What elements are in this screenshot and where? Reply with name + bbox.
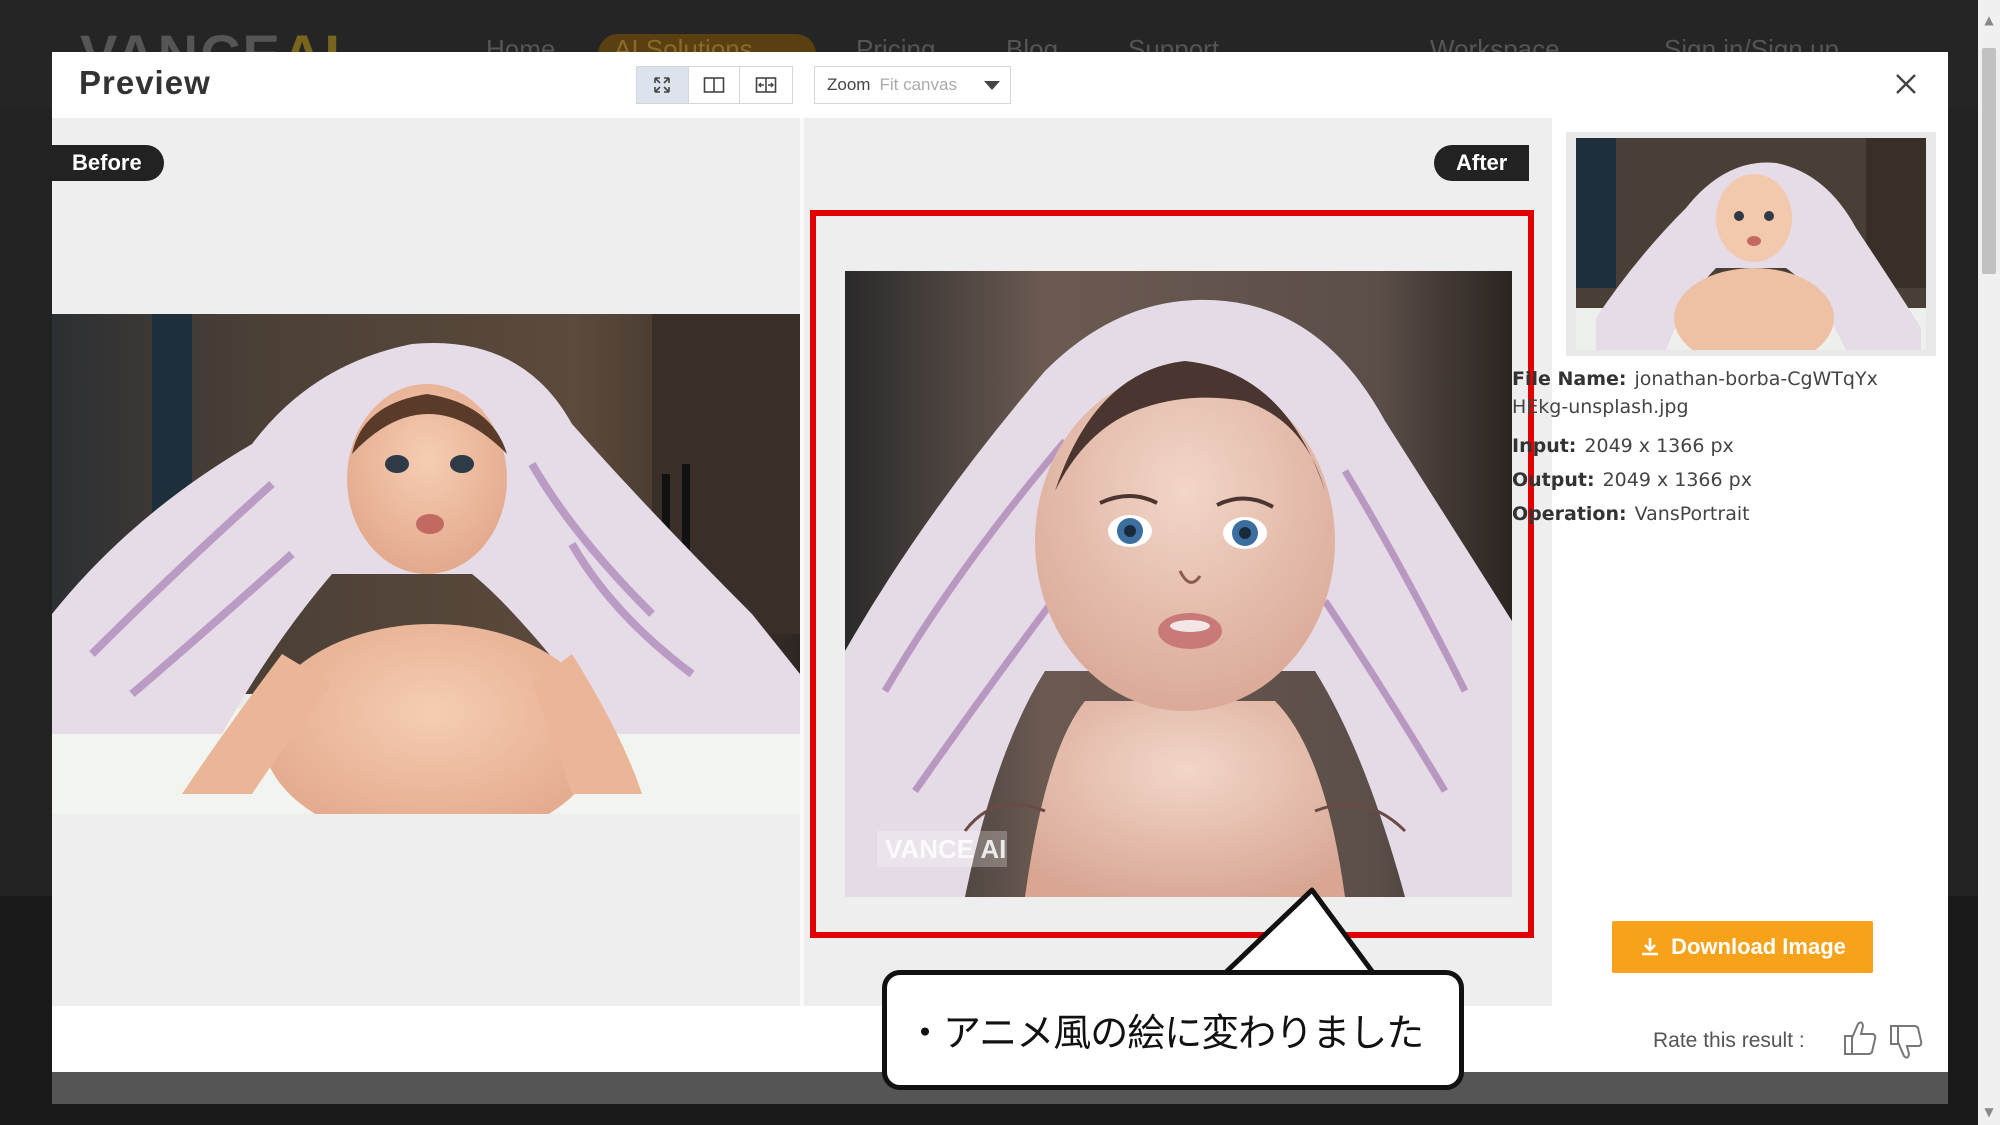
after-image: VANCE AI: [845, 271, 1512, 897]
after-photo-illustration: VANCE AI: [845, 271, 1512, 897]
operation-label: Operation:: [1512, 503, 1627, 525]
output-info: Output: 2049 x 1366 px: [1512, 466, 1752, 494]
view-fit-button[interactable]: [637, 67, 689, 103]
view-split-button[interactable]: [689, 67, 741, 103]
chevron-down-icon: [984, 81, 1000, 90]
zoom-value: Fit canvas: [879, 75, 957, 94]
zoom-label: Zoom: [827, 75, 871, 94]
fit-icon: [654, 77, 671, 93]
scroll-up-arrow-icon[interactable]: ▲: [1983, 14, 1995, 26]
view-mode-group: [636, 66, 793, 104]
callout-tail: [1222, 887, 1377, 978]
output-label: Output:: [1512, 469, 1595, 491]
input-label: Input:: [1512, 435, 1577, 457]
input-info: Input: 2049 x 1366 px: [1512, 432, 1734, 460]
before-photo-illustration: [52, 314, 800, 814]
operation-value: VansPortrait: [1634, 503, 1750, 525]
zoom-select[interactable]: Zoom Fit canvas: [814, 66, 1011, 104]
scroll-down-arrow-icon[interactable]: ▼: [1983, 1106, 1995, 1118]
compare-divider[interactable]: [800, 118, 804, 1006]
input-value: 2049 x 1366 px: [1584, 435, 1734, 457]
split-icon: [703, 77, 725, 93]
rate-label: Rate this result :: [1653, 1029, 1805, 1052]
file-name-info: File Name: jonathan-borba-CgWTqYx HEkg-un…: [1512, 365, 1892, 421]
file-name-line1: jonathan-borba-CgWTqYx: [1634, 368, 1878, 390]
file-name-label: File Name:: [1512, 368, 1627, 390]
download-icon: [1642, 938, 1659, 956]
watermark-text: VANCE AI: [885, 834, 1006, 864]
after-label: After: [1434, 145, 1530, 181]
view-compare-button[interactable]: [740, 67, 792, 103]
scrollbar-thumb[interactable]: [1982, 48, 1996, 274]
thumbs-up-button[interactable]: [1842, 1018, 1878, 1058]
close-button[interactable]: [1888, 66, 1924, 102]
operation-info: Operation: VansPortrait: [1512, 500, 1750, 528]
callout-text: ・アニメ風の絵に変わりました: [906, 1011, 1424, 1055]
download-image-button[interactable]: Download Image: [1612, 921, 1873, 973]
compare-icon: [755, 77, 777, 93]
thumbnail-illustration: [1576, 138, 1926, 350]
modal-header: Preview Zoom Fit canvas: [52, 52, 1948, 118]
output-value: 2049 x 1366 px: [1602, 469, 1752, 491]
modal-title: Preview: [79, 64, 211, 101]
thumbs-down-icon: [1890, 1025, 1923, 1059]
close-icon: [1896, 74, 1916, 94]
result-thumbnail: [1566, 132, 1936, 356]
thumbs-down-button[interactable]: [1888, 1022, 1924, 1062]
thumbs-up-icon: [1844, 1021, 1877, 1055]
file-name-line2: HEkg-unsplash.jpg: [1512, 396, 1689, 418]
download-label: Download Image: [1671, 934, 1846, 959]
before-image: [52, 314, 800, 814]
before-label: Before: [52, 145, 164, 181]
